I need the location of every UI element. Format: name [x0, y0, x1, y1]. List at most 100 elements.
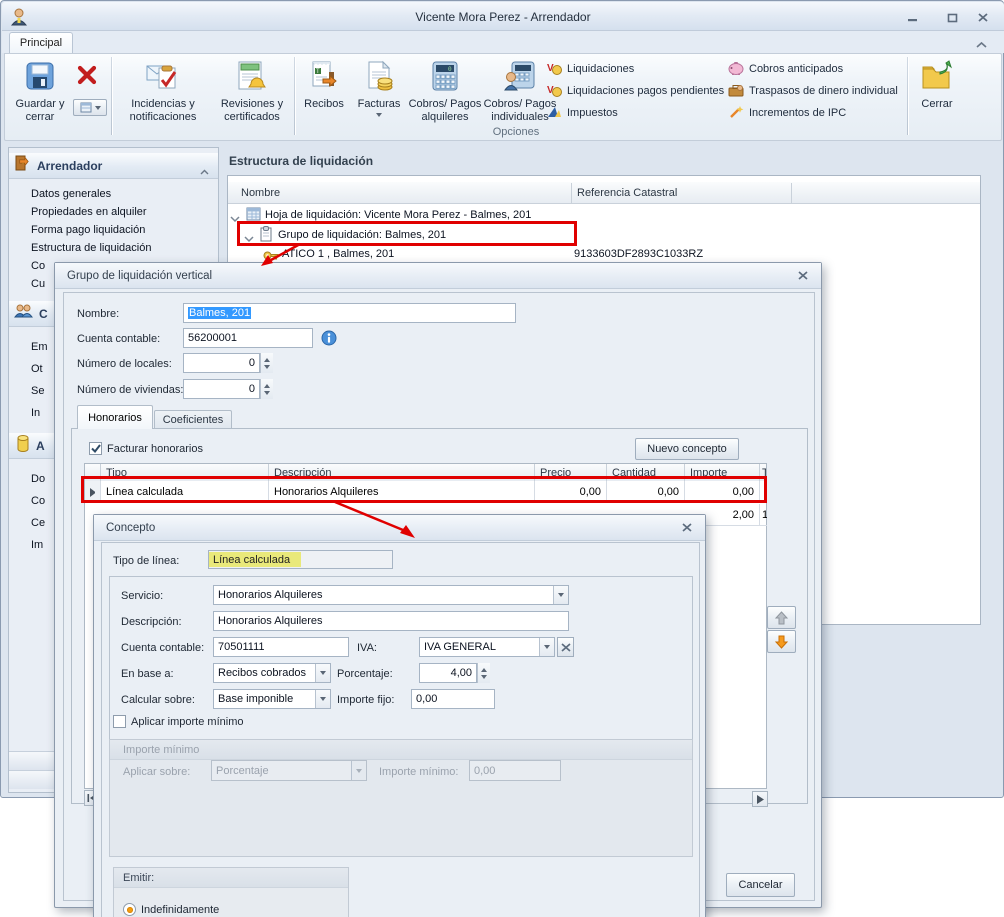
facturar-honorarios-label: Facturar honorarios: [107, 443, 203, 455]
concepto-dialog-title: Concepto: [106, 522, 155, 534]
delete-button[interactable]: [75, 63, 99, 92]
title-bar[interactable]: Vicente Mora Perez - Arrendador: [2, 2, 1004, 31]
info-icon[interactable]: [321, 330, 337, 351]
traspasos-item[interactable]: Traspasos de dinero individual: [728, 83, 898, 99]
cobros-individuales-label: Cobros/ Pagos individuales: [483, 98, 557, 124]
tree-row-hoja[interactable]: Hoja de liquidación: Vicente Mora Perez …: [265, 209, 531, 221]
num-viviendas-input[interactable]: 0: [183, 379, 260, 399]
tree-row-atico[interactable]: ATICO 1 , Balmes, 201: [282, 248, 394, 260]
layout-dropdown-button[interactable]: [73, 99, 107, 116]
tab-principal[interactable]: Principal: [9, 32, 73, 53]
tab-coeficientes[interactable]: Coeficientes: [154, 410, 232, 429]
num-locales-spinner[interactable]: [260, 353, 273, 373]
collapse-chevron-icon[interactable]: [200, 163, 209, 181]
grupo-dialog-close-icon[interactable]: [797, 270, 809, 284]
save-close-button[interactable]: Guardar y cerrar: [11, 56, 69, 138]
col-referencia[interactable]: Referencia Catastral: [577, 187, 677, 199]
grupo-dialog-titlebar[interactable]: Grupo de liquidación vertical: [55, 263, 821, 289]
combo-caret-icon: [351, 761, 366, 780]
page-title: Estructura de liquidación: [229, 154, 373, 168]
save-close-label: Guardar y cerrar: [13, 98, 67, 124]
grid-scroll-right-icon[interactable]: [752, 791, 768, 807]
arrow-down-icon: [774, 635, 789, 649]
move-down-button[interactable]: [767, 630, 796, 653]
ribbon-separator: [907, 57, 909, 135]
move-up-button[interactable]: [767, 606, 796, 629]
facturas-button[interactable]: Facturas: [352, 56, 406, 138]
sidebar-item-in[interactable]: In: [31, 407, 40, 419]
servicio-combo[interactable]: Honorarios Alquileres: [213, 585, 569, 605]
descripcion-input[interactable]: Honorarios Alquileres: [213, 611, 569, 631]
sidebar-item-contratos[interactable]: Co: [31, 260, 45, 272]
sidebar-item-propiedades[interactable]: Propiedades en alquiler: [31, 206, 147, 218]
calcular-sobre-label: Calcular sobre:: [121, 694, 195, 706]
door-icon: [14, 155, 31, 176]
sidebar-item-datos-generales[interactable]: Datos generales: [31, 188, 111, 200]
sidebar-item-co[interactable]: Co: [31, 495, 45, 507]
incidencias-button[interactable]: Incidencias y notificaciones: [117, 56, 209, 138]
porcentaje-input[interactable]: 4,00: [419, 663, 477, 683]
num-locales-input[interactable]: 0: [183, 353, 260, 373]
nombre-label: Nombre:: [77, 308, 119, 320]
cerrar-button[interactable]: Cerrar: [912, 56, 962, 138]
num-viviendas-spinner[interactable]: [260, 379, 273, 399]
facturas-caret-icon: [376, 113, 382, 117]
save-icon: [24, 60, 56, 95]
iva-combo[interactable]: IVA GENERAL: [419, 637, 555, 657]
porcentaje-spinner[interactable]: [477, 663, 490, 683]
impuestos-item[interactable]: Impuestos: [547, 105, 618, 121]
revisiones-button[interactable]: Revisiones y certificados: [210, 56, 294, 138]
facturar-honorarios-checkbox[interactable]: [89, 442, 102, 455]
nombre-input[interactable]: Balmes, 201: [183, 303, 516, 323]
iva-clear-button[interactable]: [557, 637, 574, 657]
combo-caret-icon[interactable]: [315, 664, 330, 682]
recibos-label: Recibos: [304, 98, 344, 111]
sidebar-item-im[interactable]: Im: [31, 539, 43, 551]
recibos-button[interactable]: T Recibos: [298, 56, 350, 138]
en-base-combo[interactable]: Recibos cobrados: [213, 663, 331, 683]
liquidaciones-pendientes-item[interactable]: V Liquidaciones pagos pendientes: [547, 83, 724, 99]
incrementos-ipc-item[interactable]: Incrementos de IPC: [728, 105, 846, 121]
window-title: Vicente Mora Perez - Arrendador: [2, 2, 1004, 24]
sidebar-item-do[interactable]: Do: [31, 473, 45, 485]
close-button[interactable]: [974, 10, 992, 24]
piggy-bank-icon: [728, 61, 744, 78]
sidebar-group-arrendador-label: Arrendador: [37, 159, 102, 173]
sidebar-item-em[interactable]: Em: [31, 341, 48, 353]
sidebar-item-ce[interactable]: Ce: [31, 517, 45, 529]
combo-caret-icon[interactable]: [539, 638, 554, 656]
nombre-value: Balmes, 201: [188, 307, 251, 319]
descripcion-label: Descripción:: [121, 616, 182, 628]
calcular-sobre-combo[interactable]: Base imponible: [213, 689, 331, 709]
tab-honorarios[interactable]: Honorarios: [77, 405, 153, 429]
nuevo-concepto-button[interactable]: Nuevo concepto: [635, 438, 739, 460]
indefinidamente-radio[interactable]: [123, 903, 136, 916]
col-nombre[interactable]: Nombre: [241, 187, 280, 199]
sidebar-item-ot[interactable]: Ot: [31, 363, 43, 375]
sidebar-item-forma-pago[interactable]: Forma pago liquidación: [31, 224, 145, 236]
aplicar-minimo-label: Aplicar importe mínimo: [131, 716, 243, 728]
cuenta-input[interactable]: 70501111: [213, 637, 349, 657]
minimize-button[interactable]: [904, 10, 922, 24]
tipo-linea-value: Línea calculada: [209, 552, 301, 567]
tipo-linea-field: Línea calculada: [208, 550, 393, 569]
combo-caret-icon[interactable]: [553, 586, 568, 604]
concepto-dialog-titlebar[interactable]: Concepto: [94, 515, 705, 541]
sidebar-item-cuentas[interactable]: Cu: [31, 278, 45, 290]
restore-button[interactable]: [944, 10, 962, 24]
liquidaciones-item[interactable]: V Liquidaciones: [547, 61, 634, 77]
sidebar-item-se[interactable]: Se: [31, 385, 44, 397]
combo-caret-icon[interactable]: [315, 690, 330, 708]
cancel-button[interactable]: Cancelar: [726, 873, 795, 897]
concepto-dialog-close-icon[interactable]: [681, 522, 693, 536]
cerrar-label: Cerrar: [921, 98, 952, 111]
aplicar-minimo-checkbox[interactable]: [113, 715, 126, 728]
cobros-anticipados-item[interactable]: Cobros anticipados: [728, 61, 843, 77]
importe-fijo-input[interactable]: 0,00: [411, 689, 495, 709]
sidebar-group-arrendador[interactable]: Arrendador: [9, 153, 218, 179]
sidebar-item-estructura[interactable]: Estructura de liquidación: [31, 242, 151, 254]
app-user-icon: [10, 7, 28, 31]
column-divider: [571, 183, 572, 203]
importe-minimo-value: 0,00: [474, 765, 495, 777]
cuenta-contable-input[interactable]: 56200001: [183, 328, 313, 348]
